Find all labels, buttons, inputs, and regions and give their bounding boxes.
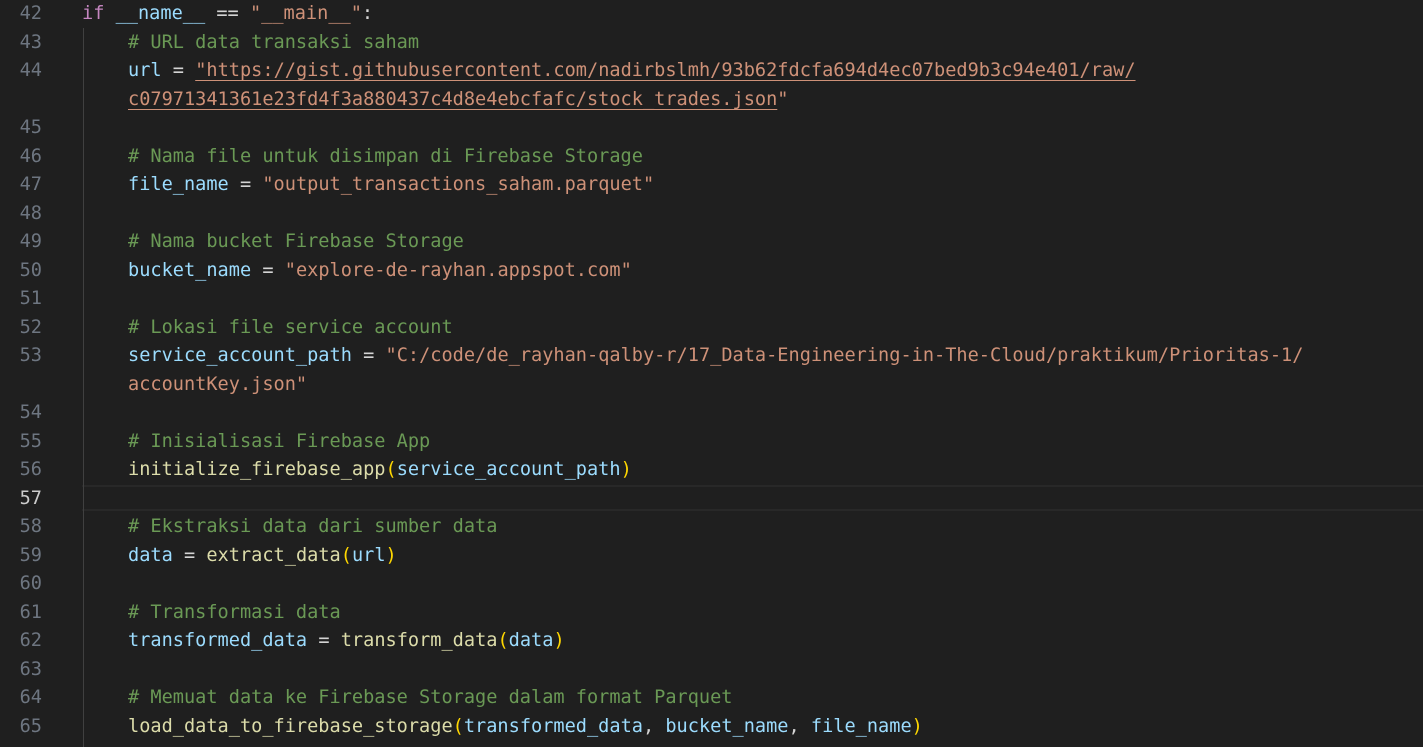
line-number: 51	[19, 288, 42, 309]
argument: data	[508, 630, 554, 651]
code-line-55[interactable]: # Inisialisasi Firebase App	[82, 428, 430, 457]
paren-close: )	[620, 459, 632, 480]
comment: # Nama file untuk disimpan di Firebase S…	[128, 145, 643, 167]
code-line-65[interactable]: load_data_to_firebase_storage(transforme…	[82, 713, 923, 742]
code-line-44[interactable]: url = "https://gist.githubusercontent.co…	[82, 57, 1136, 86]
variable: file_name	[128, 174, 229, 195]
paren-open: (	[385, 459, 397, 480]
code-line-57[interactable]	[82, 485, 128, 514]
code-line-62[interactable]: transformed_data = transform_data(data)	[82, 627, 565, 656]
line-number: 56	[19, 459, 42, 480]
operator: =	[262, 259, 274, 281]
comment: # Lokasi file service account	[128, 316, 453, 338]
string-literal: "explore-de-rayhan.appspot.com"	[284, 259, 632, 281]
paren-close: )	[911, 715, 923, 737]
string-quote: "	[777, 88, 789, 110]
argument: service_account_path	[396, 459, 621, 480]
url-string-link-wrap[interactable]: c07971341361e23fd4f3a880437c4d8e4ebcfafc…	[128, 89, 777, 110]
line-number: 62	[19, 630, 42, 651]
operator: ==	[216, 3, 239, 24]
code-line-64[interactable]: # Memuat data ke Firebase Storage dalam …	[82, 684, 733, 713]
separator: ,	[642, 715, 666, 737]
comment: # Ekstraksi data dari sumber data	[128, 516, 498, 537]
code-line-56[interactable]: initialize_firebase_app(service_account_…	[82, 456, 632, 485]
keyword: if	[82, 3, 105, 24]
operator: =	[363, 345, 375, 366]
variable: data	[128, 544, 173, 566]
operator: =	[183, 544, 196, 566]
variable: transformed_data	[128, 630, 308, 651]
code-line-59[interactable]: data = extract_data(url)	[82, 542, 397, 571]
code-editor[interactable]: 42 43 44 45 46 47 48 49 50 51 52 53 54 5…	[0, 0, 1423, 747]
code-area[interactable]: if __name__ == "__main__": # URL data tr…	[82, 0, 1422, 747]
function-call: transform_data	[340, 630, 498, 651]
paren-close: )	[553, 630, 565, 651]
line-number: 58	[19, 516, 42, 537]
line-number: 52	[19, 316, 42, 338]
argument: bucket_name	[665, 715, 789, 737]
comment: # URL data transaksi saham	[128, 31, 420, 53]
line-number: 49	[19, 231, 42, 252]
string-literal-wrap: accountKey.json"	[128, 373, 308, 395]
line-number-active: 57	[19, 487, 42, 509]
string-literal: "output_transactions_saham.parquet"	[262, 174, 655, 195]
paren-open: (	[497, 630, 509, 651]
argument: transformed_data	[463, 715, 643, 737]
line-number: 64	[19, 687, 42, 708]
operator: =	[239, 174, 252, 195]
line-number: 65	[19, 715, 42, 737]
dunder-name: __name__	[115, 3, 206, 24]
code-line-53[interactable]: service_account_path = "C:/code/de_rayha…	[82, 342, 1303, 371]
code-line-49[interactable]: # Nama bucket Firebase Storage	[82, 228, 464, 257]
line-number: 45	[19, 117, 42, 138]
line-number: 63	[19, 658, 42, 680]
line-number: 53	[19, 345, 42, 366]
line-number: 48	[19, 202, 42, 224]
function-call: initialize_firebase_app	[128, 459, 386, 480]
code-line-47[interactable]: file_name = "output_transactions_saham.p…	[82, 171, 654, 200]
comment: # Inisialisasi Firebase App	[128, 430, 431, 452]
string-literal: "C:/code/de_rayhan-qalby-r/17_Data-Engin…	[385, 345, 1304, 366]
comment: # Transformasi data	[128, 601, 341, 623]
code-line-46[interactable]: # Nama file untuk disimpan di Firebase S…	[82, 143, 643, 172]
code-line-58[interactable]: # Ekstraksi data dari sumber data	[82, 513, 497, 542]
line-number: 43	[19, 31, 42, 53]
string-literal: "__main__"	[249, 3, 362, 24]
paren-open: (	[452, 715, 464, 737]
paren-open: (	[340, 544, 352, 566]
argument: url	[351, 544, 386, 566]
colon: :	[361, 3, 374, 24]
code-line-42[interactable]: if __name__ == "__main__":	[82, 0, 373, 29]
code-line-52[interactable]: # Lokasi file service account	[82, 314, 453, 343]
operator: =	[172, 60, 184, 81]
line-number-gutter[interactable]: 42 43 44 45 46 47 48 49 50 51 52 53 54 5…	[0, 0, 80, 747]
code-line-50[interactable]: bucket_name = "explore-de-rayhan.appspot…	[82, 257, 632, 286]
line-number: 46	[19, 145, 42, 167]
variable: url	[128, 60, 162, 81]
code-line-61[interactable]: # Transformasi data	[82, 599, 341, 628]
line-number: 50	[19, 259, 42, 281]
url-string-link[interactable]: "https://gist.githubusercontent.com/nadi…	[195, 60, 1135, 81]
line-number: 55	[19, 430, 42, 452]
line-number: 61	[19, 601, 42, 623]
paren-close: )	[385, 544, 397, 566]
line-number: 44	[19, 60, 42, 81]
line-number: 54	[19, 402, 42, 423]
argument: file_name	[810, 715, 912, 737]
line-number: 60	[19, 573, 42, 594]
separator: ,	[788, 715, 811, 737]
line-number: 42	[19, 3, 42, 24]
function-call: extract_data	[206, 544, 341, 566]
variable: bucket_name	[128, 259, 252, 281]
code-line-53-wrap[interactable]: accountKey.json"	[82, 371, 307, 400]
operator: =	[318, 630, 330, 651]
code-line-44-wrap[interactable]: c07971341361e23fd4f3a880437c4d8e4ebcfafc…	[82, 86, 788, 115]
variable: service_account_path	[128, 345, 352, 366]
line-number: 59	[19, 544, 42, 566]
function-call: load_data_to_firebase_storage	[128, 715, 453, 737]
comment: # Memuat data ke Firebase Storage dalam …	[128, 687, 733, 708]
code-line-43[interactable]: # URL data transaksi saham	[82, 29, 419, 58]
line-number: 47	[19, 174, 42, 195]
comment: # Nama bucket Firebase Storage	[128, 231, 464, 252]
